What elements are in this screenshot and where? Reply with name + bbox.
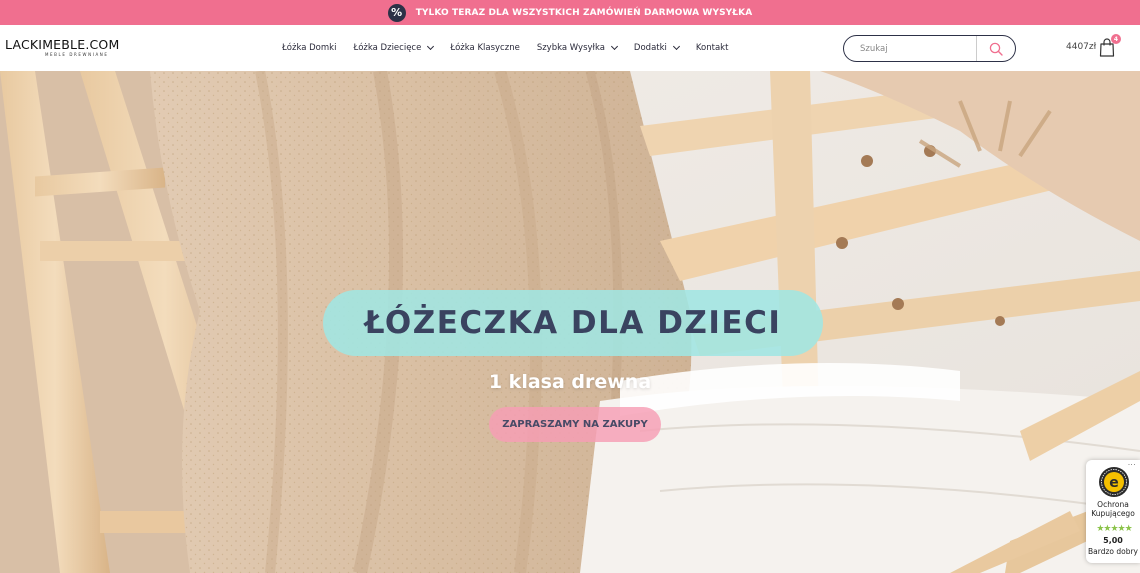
cart-total[interactable]: 4407zł <box>1066 42 1096 52</box>
nav-item-lozka-domki[interactable]: Łóżka Domki <box>282 43 336 53</box>
trust-seal-letter: e <box>1109 475 1119 491</box>
hero-title-pill: ŁÓŻECZKA DLA DZIECI <box>323 290 823 356</box>
trust-label: Ochrona Kupującego <box>1091 500 1135 518</box>
nav-item-label: Kontakt <box>695 43 729 53</box>
site-header: LACKIMEBLE.COM MEBLE DREWNIANE Łóżka Dom… <box>0 25 1140 71</box>
hero-title: ŁÓŻECZKA DLA DZIECI <box>364 305 782 341</box>
percent-icon: % <box>387 3 406 22</box>
chevron-down-icon <box>427 42 435 51</box>
trust-badge[interactable]: ··· e Ochrona Kupującego ★★★★★ 5,00 Bard… <box>1086 460 1140 563</box>
chevron-down-icon <box>672 42 680 51</box>
search-button[interactable] <box>977 36 1015 61</box>
nav-item-label: Szybka Wysyłka <box>536 43 605 53</box>
promo-text: TYLKO TERAZ DLA WSZYSTKICH ZAMÓWIEŃ DARM… <box>415 7 753 18</box>
nav-item-lozka-dzieciece[interactable]: Łóżka Dziecięce <box>353 42 435 53</box>
logo-subtext: MEBLE DREWNIANE <box>45 52 109 57</box>
logo-text: LACKIMEBLE.COM <box>5 37 120 52</box>
rating-stars-icon: ★★★★★ <box>1096 524 1132 534</box>
nav-item-label: Dodatki <box>633 43 667 53</box>
nav-item-label: Łóżka Klasyczne <box>450 43 520 53</box>
search-icon <box>989 42 1003 56</box>
hero-subtitle: 1 klasa drewna <box>488 371 652 393</box>
nav-item-szybka-wysylka[interactable]: Szybka Wysyłka <box>536 42 618 53</box>
hero-banner: ŁÓŻECZKA DLA DZIECI 1 klasa drewna ZAPRA… <box>0 71 1140 573</box>
promo-bar: % TYLKO TERAZ DLA WSZYSTKICH ZAMÓWIEŃ DA… <box>0 0 1140 25</box>
nav-item-lozka-klasyczne[interactable]: Łóżka Klasyczne <box>450 43 519 53</box>
rating-text: Bardzo dobry <box>1088 547 1138 556</box>
chevron-down-icon <box>610 42 618 51</box>
nav-item-kontakt[interactable]: Kontakt <box>696 43 729 53</box>
nav-item-dodatki[interactable]: Dodatki <box>633 42 680 53</box>
trust-seal-icon: e <box>1099 467 1129 497</box>
nav-item-label: Łóżka Domki <box>282 43 337 53</box>
search-input[interactable] <box>844 36 977 61</box>
main-nav: Łóżka Domki Łóżka Dziecięce Łóżka Klasyc… <box>282 25 745 71</box>
shop-now-button[interactable]: ZAPRASZAMY NA ZAKUPY <box>489 407 661 442</box>
rating-score: 5,00 <box>1103 536 1123 545</box>
search-box <box>843 35 1016 62</box>
logo[interactable]: LACKIMEBLE.COM MEBLE DREWNIANE <box>5 38 125 60</box>
cart-count-badge: 4 <box>1111 34 1121 44</box>
nav-item-label: Łóżka Dziecięce <box>353 43 422 53</box>
